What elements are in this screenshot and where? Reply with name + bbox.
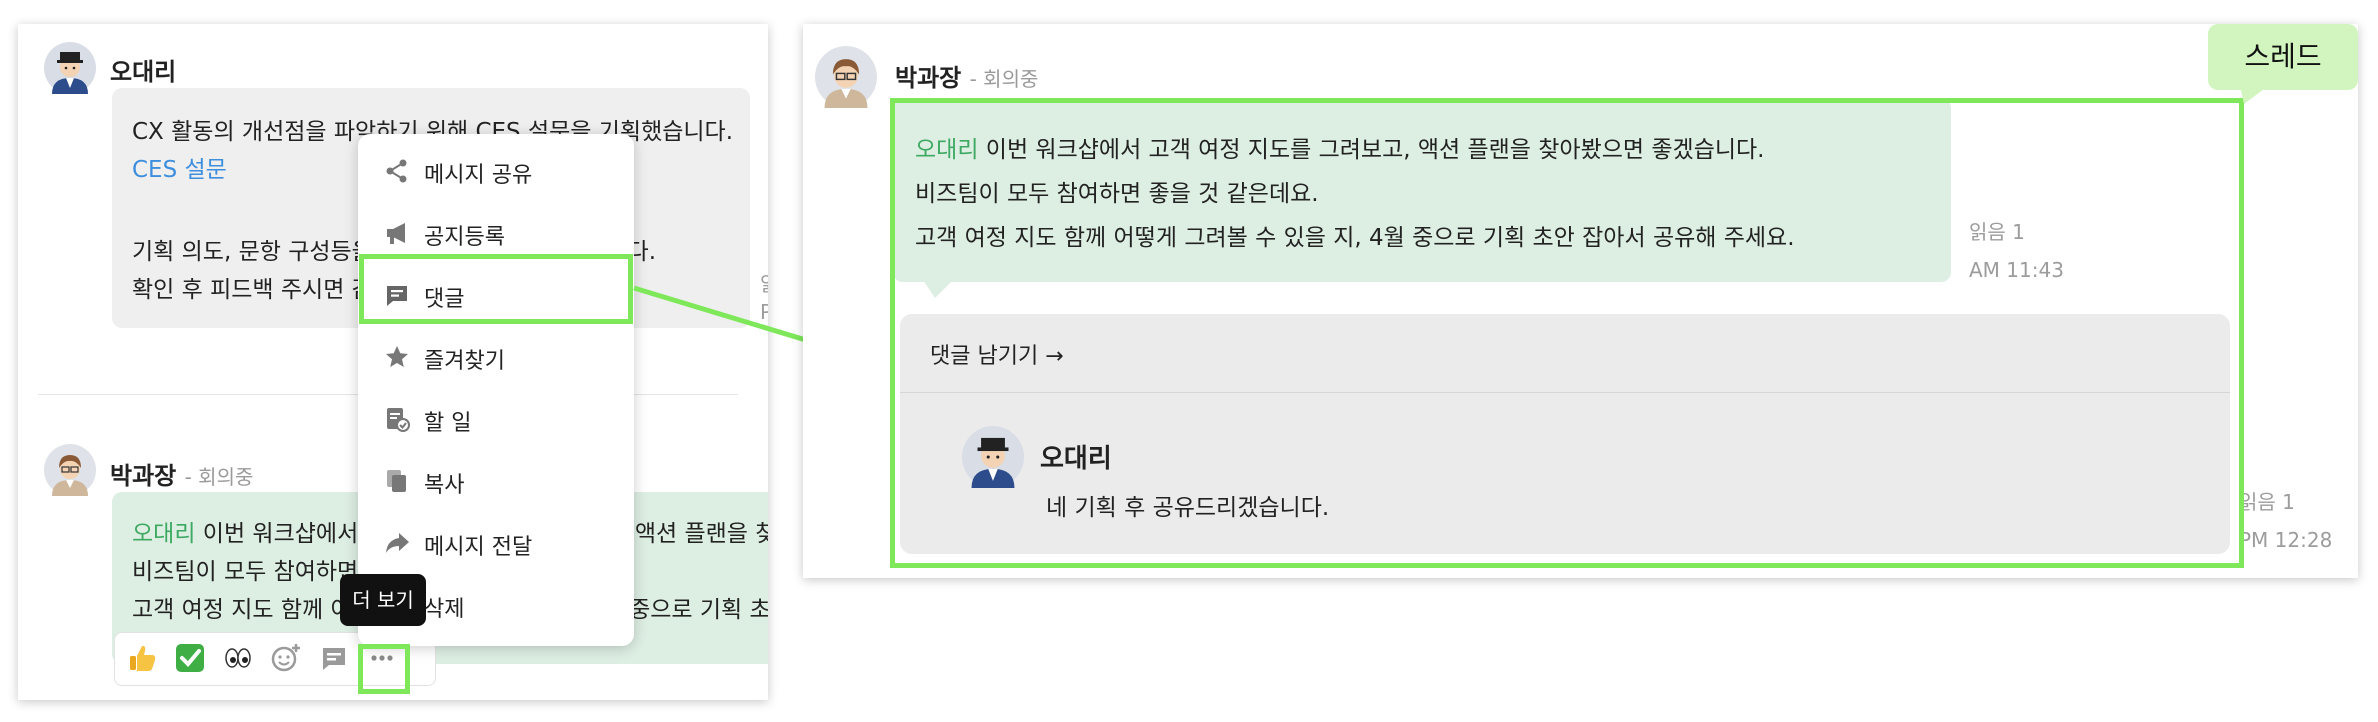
eyes-icon[interactable] [221, 641, 255, 675]
menu-label: 메시지 공유 [424, 163, 533, 188]
menu-label: 공지등록 [424, 225, 505, 250]
menu-label: 할 일 [424, 411, 472, 436]
menu-item-notice[interactable]: 공지등록 [358, 206, 634, 260]
highlight-more-button [358, 644, 410, 694]
author-name: 박과장 - 회의중 [110, 456, 253, 491]
highlight-comment-menu [359, 254, 633, 324]
star-icon [386, 346, 408, 367]
author-name: 박과장 - 회의중 [895, 58, 1038, 93]
timestamp: PM 12:28 [2239, 528, 2333, 552]
menu-label: 삭제 [424, 597, 465, 622]
thread-tab[interactable]: 스레드 [2208, 24, 2358, 90]
forward-icon [386, 533, 409, 553]
thread-tab-tail [2240, 86, 2268, 104]
avatar-bakgwajang[interactable] [44, 444, 96, 496]
menu-item-forward[interactable]: 메시지 전달 [358, 516, 634, 570]
avatar-odaeri[interactable] [44, 42, 96, 94]
menu-label: 복사 [424, 473, 465, 498]
comment-icon[interactable] [317, 641, 351, 675]
mention[interactable]: 오대리 [132, 521, 195, 547]
status-text: - 회의중 [969, 67, 1039, 91]
copy-icon [387, 470, 406, 492]
status-text: - 회의중 [184, 465, 254, 489]
highlight-thread [890, 98, 2244, 568]
menu-label: 즐겨찾기 [424, 349, 505, 374]
thread-panel: 박과장 - 회의중 오대리 이번 워크샵에서 고객 여정 지도를 그려보고, 액… [803, 24, 2358, 578]
author-name-text: 박과장 [110, 462, 177, 490]
share-icon [386, 159, 407, 183]
avatar-bakgwajang[interactable] [815, 46, 877, 108]
read-count: 읽음 1 [2239, 490, 2295, 514]
author-name: 오대리 [110, 58, 177, 86]
author-name-text: 박과장 [895, 64, 962, 92]
menu-item-todo[interactable]: 할 일 [358, 392, 634, 446]
menu-item-share[interactable]: 메시지 공유 [358, 144, 634, 198]
megaphone-icon [387, 223, 405, 244]
message-context-menu: 메시지 공유 공지등록 댓글 즐겨찾기 할 일 복사 메시지 전달 삭제 [358, 134, 634, 646]
ces-survey-link[interactable]: CES 설문 [132, 150, 227, 184]
todo-icon [387, 408, 410, 432]
add-emoji-icon[interactable] [269, 641, 303, 675]
checkmark-icon[interactable] [173, 641, 207, 675]
more-tooltip: 더 보기 [340, 574, 426, 626]
thumbs-up-icon[interactable] [125, 641, 159, 675]
menu-item-favorite[interactable]: 즐겨찾기 [358, 330, 634, 384]
menu-item-copy[interactable]: 복사 [358, 454, 634, 508]
menu-label: 메시지 전달 [424, 535, 533, 560]
